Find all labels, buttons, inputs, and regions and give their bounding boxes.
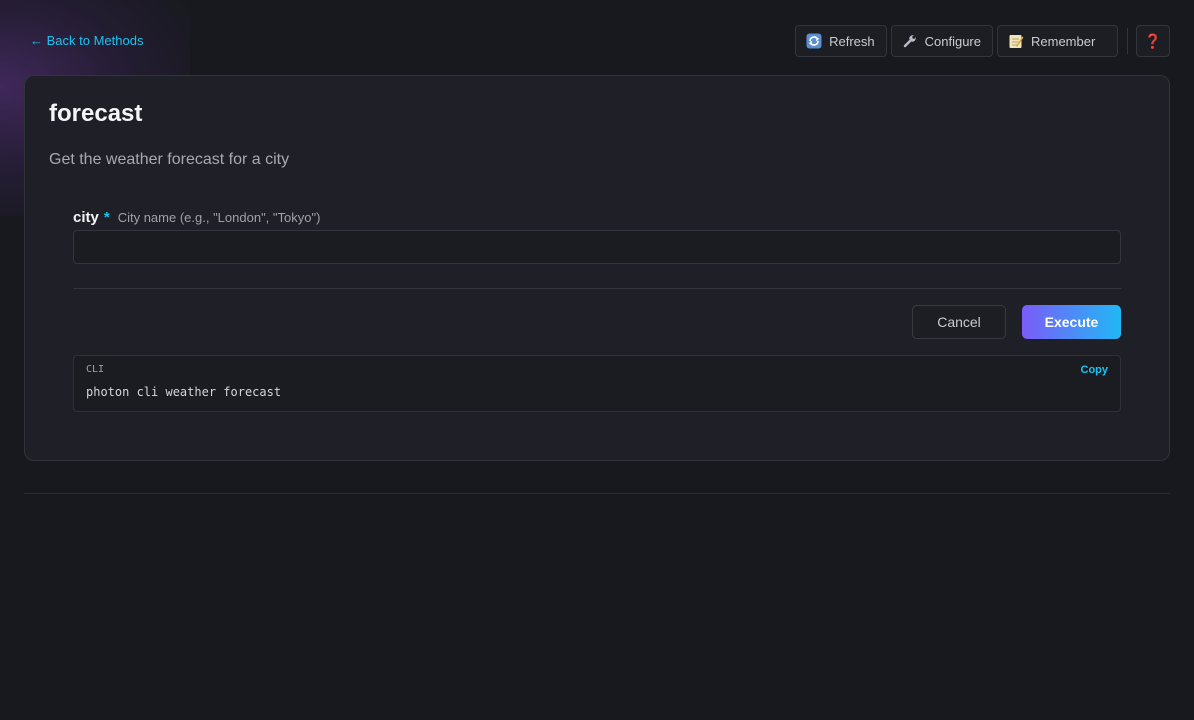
back-to-methods-link[interactable]: ← Back to Methods [30,33,143,48]
question-mark-icon: ❓ [1144,32,1162,49]
execute-button[interactable]: Execute [1022,305,1121,339]
page-divider [24,493,1170,494]
wrench-icon [902,33,918,49]
city-param-label: city [73,209,99,226]
method-card: forecast Get the weather forecast for a … [24,75,1170,461]
method-title: forecast [49,100,143,127]
toolbar: Refresh Configure Remember ❓ [795,25,1170,57]
required-marker: * [103,209,110,226]
toolbar-separator [1127,28,1128,54]
help-button[interactable]: ❓ [1136,25,1170,57]
copy-button[interactable]: Copy [1081,364,1109,376]
city-param-hint: City name (e.g., "London", "Tokyo") [117,210,321,225]
form-divider [73,288,1121,289]
cancel-button[interactable]: Cancel [912,305,1006,339]
remember-button[interactable]: Remember [997,25,1118,57]
configure-label: Configure [924,33,981,49]
configure-button[interactable]: Configure [890,25,993,57]
method-description: Get the weather forecast for a city [49,151,290,168]
refresh-icon [806,33,822,49]
remember-label: Remember [1031,33,1096,49]
city-input[interactable] [73,230,1121,264]
refresh-label: Refresh [829,33,875,49]
cli-panel: CLI Copy photon cli weather forecast [73,355,1121,412]
cli-command: photon cli weather forecast [86,385,282,399]
city-param-header: city * City name (e.g., "London", "Tokyo… [73,209,320,226]
cli-label: CLI [86,364,105,375]
memo-icon [1008,33,1024,49]
refresh-button[interactable]: Refresh [795,25,887,57]
